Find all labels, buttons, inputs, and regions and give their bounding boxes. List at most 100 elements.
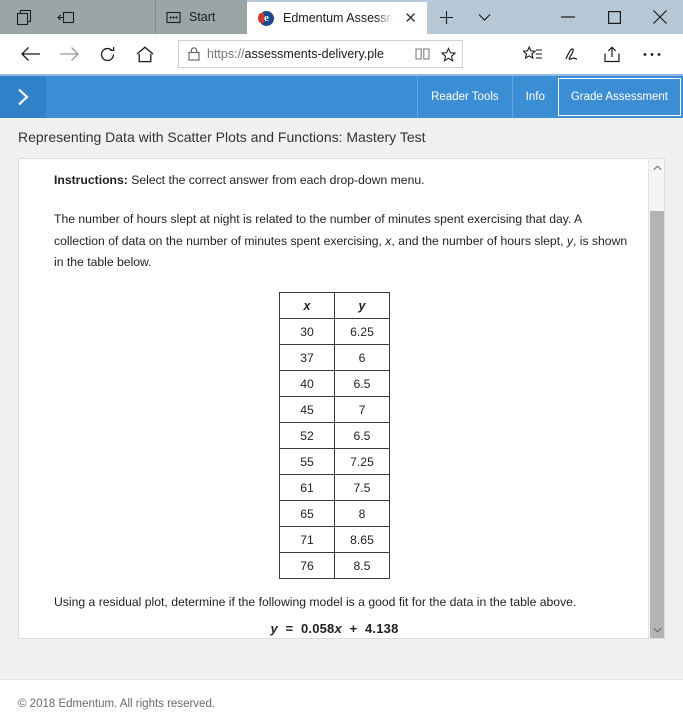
favorites-hub-icon[interactable] [513,35,551,73]
reading-view-icon[interactable] [415,47,430,61]
cell-y: 8.65 [334,526,390,554]
cell-x: 52 [279,422,335,450]
instructions-text: Select the correct answer from each drop… [127,173,425,187]
browser-nav-bar: https://assessments-delivery.ple [0,34,683,76]
cell-x: 65 [279,500,335,528]
table-row: 71 8.65 [279,526,390,554]
tab-strip-controls [427,0,503,34]
question-panel: Instructions: Select the correct answer … [18,158,665,639]
panel-scrollbar[interactable] [648,159,664,638]
equation-coefficient: 0.058 [300,621,335,637]
cell-x: 76 [279,552,335,580]
browser-title-bar: Start e Edmentum Assessm ✕ [0,0,683,34]
star-icon[interactable] [437,46,456,62]
edge-favicon: e [258,10,274,26]
share-icon[interactable] [593,35,631,73]
grade-assessment-button[interactable]: Grade Assessment [557,78,681,116]
page-title: Representing Data with Scatter Plots and… [18,129,426,145]
table-row: 45 7 [279,396,390,424]
chevron-down-icon[interactable] [649,621,664,638]
cell-x: 71 [279,526,335,554]
plus-icon[interactable] [439,10,454,25]
window-controls [545,0,683,34]
data-table-head: x y [279,292,390,320]
cell-x: 45 [279,396,335,424]
close-icon[interactable]: ✕ [402,11,419,26]
close-icon[interactable] [637,0,683,34]
sidebar-toggle-button[interactable] [0,76,46,118]
model-equation: y = 0.058x + 4.138 [39,621,630,636]
table-row: 61 7.5 [279,474,390,502]
copyright-text: © 2018 Edmentum. All rights reserved. [18,698,216,710]
cell-y: 7.25 [334,448,390,476]
cell-y: 6 [334,344,390,372]
cell-x: 40 [279,370,335,398]
table-row: 30 6.25 [279,318,390,346]
tab-edmentum-assessment[interactable]: e Edmentum Assessm ✕ [247,2,427,34]
address-bar-text[interactable]: https://assessments-delivery.ple [207,47,408,61]
instructions: Instructions: Select the correct answer … [54,173,630,187]
cell-x: 55 [279,448,335,476]
question-prompt: Using a residual plot, determine if the … [54,595,577,610]
column-header-x: x [279,292,335,320]
assessment-toolbar: Reader Tools Info Grade Assessment [0,76,683,118]
assessment-page: Representing Data with Scatter Plots and… [0,118,683,679]
equation-variable: x [334,621,342,637]
back-arrow-icon[interactable] [12,35,50,73]
web-note-pen-icon[interactable] [553,35,591,73]
cell-x: 30 [279,318,335,346]
equation-lhs: y [270,621,278,637]
cell-y: 7.5 [334,474,390,502]
tabs-aside-icon[interactable] [14,7,34,27]
tab-start[interactable]: Start [155,0,247,34]
cell-y: 6.25 [334,318,390,346]
table-header-row: x y [279,292,390,320]
cell-x: 37 [279,344,335,372]
cell-y: 7 [334,396,390,424]
cell-y: 8 [334,500,390,528]
paragraph-part2: , and the number of hours slept, [391,233,567,248]
table-row: 40 6.5 [279,370,390,398]
nav-right-group [513,35,671,73]
scrollbar-thumb[interactable] [650,211,664,638]
chevron-right-icon [16,87,30,107]
cell-y: 6.5 [334,370,390,398]
title-bar-left-group [0,0,155,34]
cell-y: 6.5 [334,422,390,450]
chevron-up-icon[interactable] [649,159,664,176]
data-table-body: 30 6.25 37 6 40 6.5 45 7 52 6.5 55 7.25 61 7.5 … [279,318,390,580]
minimize-icon[interactable] [545,0,591,34]
maximize-icon[interactable] [591,0,637,34]
chevron-down-icon[interactable] [478,13,491,22]
refresh-icon[interactable] [88,35,126,73]
address-bar[interactable]: https://assessments-delivery.ple [178,40,463,68]
equation-equals: = [285,621,294,637]
cell-y: 8.5 [334,552,390,580]
table-row: 65 8 [279,500,390,528]
info-button[interactable]: Info [511,76,558,118]
instructions-label: Instructions: [54,173,128,187]
page-footer: © 2018 Edmentum. All rights reserved. [0,679,683,728]
tabs-you-set-aside-icon[interactable] [56,7,76,27]
problem-paragraph: The number of hours slept at night is re… [54,209,630,274]
start-page-icon [166,11,181,24]
reader-tools-button[interactable]: Reader Tools [417,76,512,118]
data-table-wrapper: x y 30 6.25 37 6 40 6.5 45 7 52 6.5 55 7.25 61… [39,292,630,580]
column-header-y: y [334,292,390,320]
lock-icon [188,47,200,61]
home-icon[interactable] [126,35,164,73]
table-row: 52 6.5 [279,422,390,450]
question-content: Instructions: Select the correct answer … [19,159,664,638]
tab-edmentum-label: Edmentum Assessm [283,11,394,25]
equation-plus: + [349,621,358,637]
more-ellipsis-icon[interactable] [633,35,671,73]
table-row: 76 8.5 [279,552,390,580]
forward-arrow-icon[interactable] [50,35,88,73]
table-row: 37 6 [279,344,390,372]
equation-constant: 4.138 [364,621,399,637]
tab-start-label: Start [189,10,216,24]
data-table: x y 30 6.25 37 6 40 6.5 45 7 52 6.5 55 7.25 61… [279,292,390,580]
cell-x: 61 [279,474,335,502]
table-row: 55 7.25 [279,448,390,476]
